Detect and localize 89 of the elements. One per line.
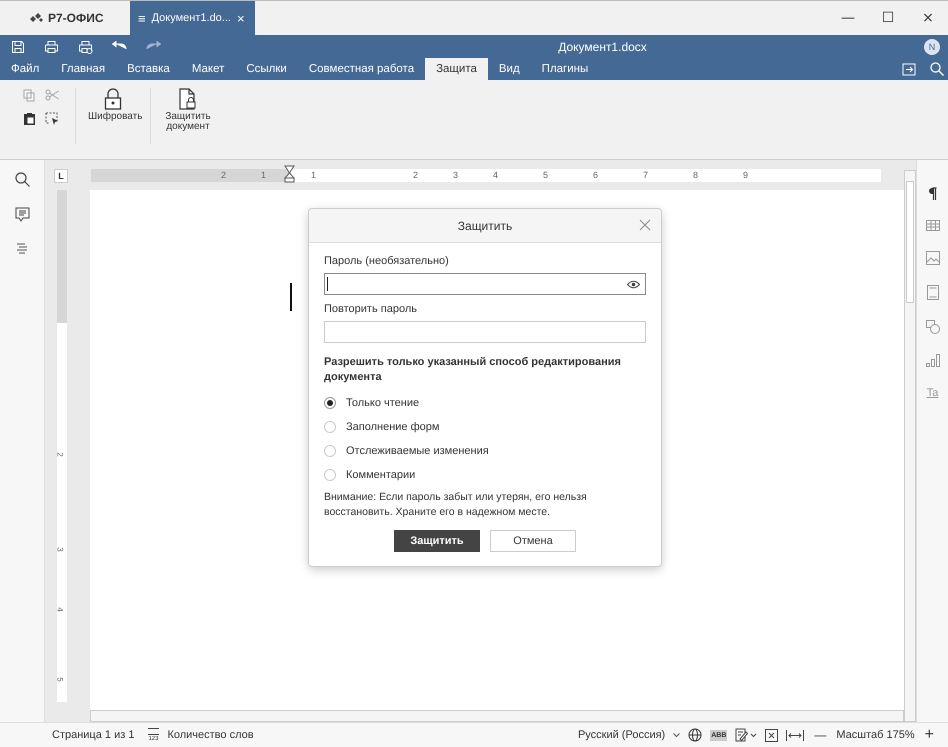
dialog-title: Защитить — [458, 218, 512, 232]
document-tab-label: Документ1.do... — [152, 12, 231, 24]
document-lock-icon — [178, 88, 198, 110]
ruler-number: 1 — [261, 169, 266, 182]
paste-icon[interactable] — [23, 112, 36, 126]
ruler-number: 9 — [743, 169, 748, 182]
ribbon-tab[interactable]: Плагины — [530, 58, 600, 80]
ruler-number: 4 — [493, 169, 498, 182]
warning-text: Внимание: Если пароль забыт или утерян, его нельзя восстановить. Храните его в надежном месте. — [324, 490, 588, 520]
ruler-number: 2 — [413, 169, 418, 182]
ruler-number: 3 — [56, 547, 65, 552]
ruler-number: 3 — [453, 169, 458, 182]
paragraph-icon[interactable] — [928, 187, 937, 200]
shapes-icon[interactable] — [926, 320, 940, 334]
ruler-number: 4 — [56, 607, 65, 612]
quick-print-icon[interactable] — [78, 40, 93, 54]
table-icon[interactable] — [926, 220, 940, 231]
ribbon-tab[interactable]: Совместная работа — [298, 58, 426, 80]
ruler-number: 2 — [221, 169, 226, 182]
zoom-out-button[interactable]: — — [812, 728, 828, 742]
repeat-password-field[interactable] — [324, 321, 646, 343]
navigation-icon[interactable] — [15, 242, 29, 255]
language-selector[interactable]: Русский (Россия) — [578, 729, 666, 741]
page-icon[interactable] — [926, 285, 938, 300]
image-icon[interactable] — [926, 251, 940, 265]
fit-page-icon[interactable] — [765, 728, 778, 742]
print-icon[interactable] — [44, 40, 59, 54]
field-label: Пароль (необязательно) — [324, 255, 450, 267]
ribbon-tab[interactable]: Файл — [0, 58, 50, 80]
ribbon-tab[interactable]: Главная — [50, 58, 116, 80]
ruler-number: 1 — [311, 169, 316, 182]
globe-icon[interactable] — [688, 728, 702, 742]
close-button[interactable]: × — [908, 1, 948, 35]
chart-icon[interactable] — [926, 354, 940, 367]
minimize-button[interactable]: — — [828, 1, 868, 35]
ruler-number: 8 — [693, 169, 698, 182]
ribbon-tab[interactable]: Защита — [425, 58, 488, 80]
ribbon-tab[interactable]: Макет — [180, 58, 236, 80]
radio-button[interactable] — [324, 445, 336, 457]
search-icon[interactable] — [14, 172, 30, 187]
section-heading: Разрешить только указанный способ редактирования документа — [324, 355, 622, 385]
zoom-in-button[interactable]: + — [922, 726, 936, 744]
password-field[interactable] — [324, 273, 646, 295]
close-icon[interactable] — [639, 219, 651, 231]
field-label: Повторить пароль — [324, 303, 418, 315]
ruler-number: 6 — [593, 169, 598, 182]
maximize-button[interactable]: ☐ — [868, 1, 908, 35]
ribbon-tab[interactable]: Ссылки — [235, 58, 298, 80]
logo-icon — [28, 12, 44, 24]
open-location-icon[interactable] — [902, 62, 916, 76]
radio-option[interactable]: Отслеживаемые изменения — [324, 439, 646, 463]
toolbar-button[interactable]: Защитить документ — [159, 88, 217, 132]
app-name: Р7-ОФИС — [48, 11, 104, 25]
select-all-icon[interactable] — [45, 112, 59, 126]
radio-button[interactable] — [324, 397, 336, 409]
indent-marker[interactable] — [284, 165, 295, 183]
document-title: Документ1.docx — [557, 40, 648, 54]
horizontal-scrollbar[interactable] — [90, 710, 904, 722]
track-changes-icon[interactable] — [735, 728, 758, 742]
radio-option[interactable]: Только чтение — [324, 391, 646, 415]
vertical-scrollbar[interactable] — [904, 170, 916, 722]
ruler-number: 5 — [543, 169, 548, 182]
eye-icon[interactable] — [627, 280, 640, 288]
toolbar-button[interactable]: Шифровать — [84, 88, 142, 122]
zoom-level: Масштаб 175% — [836, 729, 915, 741]
close-icon[interactable]: × — [236, 10, 245, 26]
user-avatar[interactable]: N — [924, 38, 940, 54]
save-icon[interactable] — [11, 40, 25, 54]
cancel-button[interactable]: Отмена — [490, 530, 576, 552]
ruler-number: 7 — [643, 169, 648, 182]
ribbon-tab[interactable]: Вид — [488, 58, 531, 80]
menu-icon[interactable]: ≡ — [138, 10, 146, 26]
chevron-down-icon[interactable] — [673, 732, 680, 738]
search-icon[interactable] — [930, 62, 944, 76]
tab-stop-button[interactable]: L — [54, 169, 68, 183]
ruler-number: 2 — [56, 452, 65, 457]
radio-button[interactable] — [324, 421, 336, 433]
radio-button[interactable] — [324, 469, 336, 481]
ribbon-tab[interactable]: Вставка — [116, 58, 181, 80]
fit-width-icon[interactable] — [786, 730, 804, 740]
comment-icon[interactable] — [14, 207, 30, 222]
ruler-number: 5 — [56, 677, 65, 682]
word-count-link[interactable]: Количество слов — [167, 729, 254, 741]
page-count: Страница 1 из 1 — [52, 729, 134, 741]
lock-icon — [103, 88, 123, 110]
document-tab[interactable]: ≡ Документ1.do... × — [130, 1, 255, 35]
protect-button[interactable]: Защитить — [394, 530, 480, 552]
radio-option[interactable]: Комментарии — [324, 463, 646, 487]
radio-option[interactable]: Заполнение форм — [324, 415, 646, 439]
